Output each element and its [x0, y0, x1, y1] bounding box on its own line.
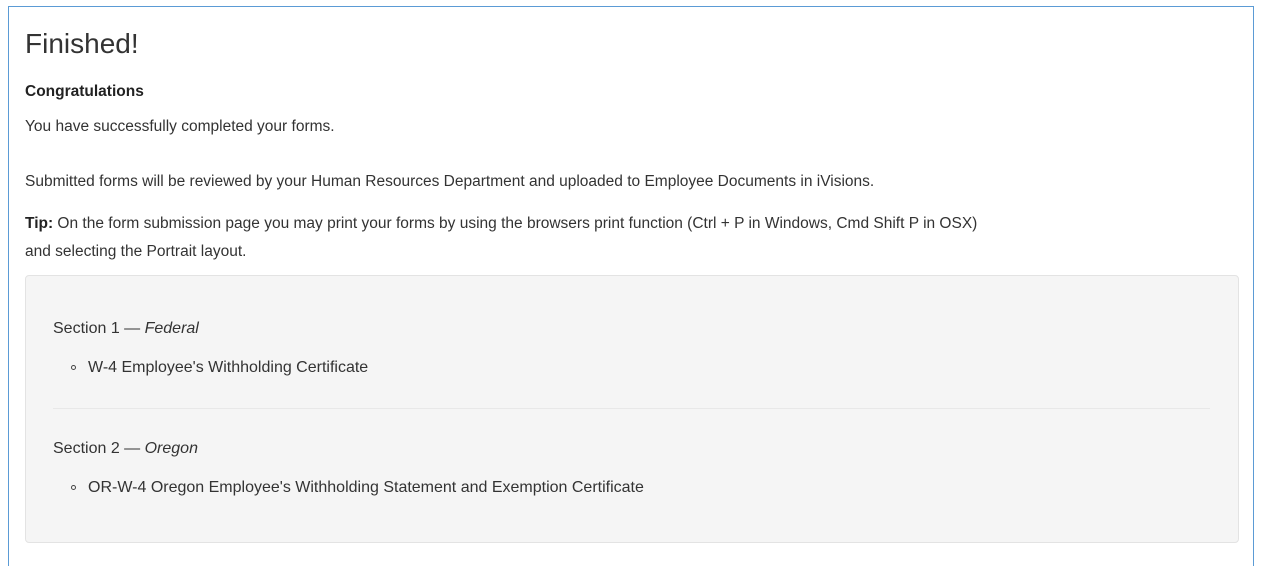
section-title-oregon: Section 2 — Oregon: [53, 439, 198, 459]
review-message: Submitted forms will be reviewed by your…: [25, 173, 875, 190]
hollow-bullet-icon: [71, 365, 76, 370]
finished-panel: Finished! Congratulations You have succe…: [8, 6, 1254, 566]
section-name: Oregon: [144, 440, 198, 457]
section-prefix: Section 1 —: [53, 320, 145, 337]
section-name: Federal: [144, 320, 199, 337]
form-list-item: OR-W-4 Oregon Employee's Withholding Sta…: [71, 478, 644, 498]
section-title-federal: Section 1 — Federal: [53, 319, 199, 339]
tip-label: Tip:: [25, 215, 54, 232]
section-divider: [53, 408, 1210, 409]
form-name: OR-W-4 Oregon Employee's Withholding Sta…: [88, 479, 644, 496]
form-list-item: W-4 Employee's Withholding Certificate: [71, 358, 369, 378]
completed-message: You have successfully completed your for…: [25, 118, 335, 135]
congratulations-heading: Congratulations: [25, 83, 144, 100]
page-title: Finished!: [25, 28, 139, 59]
section-prefix: Section 2 —: [53, 440, 145, 457]
forms-summary-well: Section 1 — Federal W-4 Employee's Withh…: [25, 275, 1239, 543]
tip-message: Tip: On the form submission page you may…: [25, 214, 977, 234]
tip-text: On the form submission page you may prin…: [53, 215, 978, 232]
hollow-bullet-icon: [71, 485, 76, 490]
tip-message-continued: and selecting the Portrait layout.: [25, 243, 247, 260]
form-name: W-4 Employee's Withholding Certificate: [88, 359, 369, 376]
